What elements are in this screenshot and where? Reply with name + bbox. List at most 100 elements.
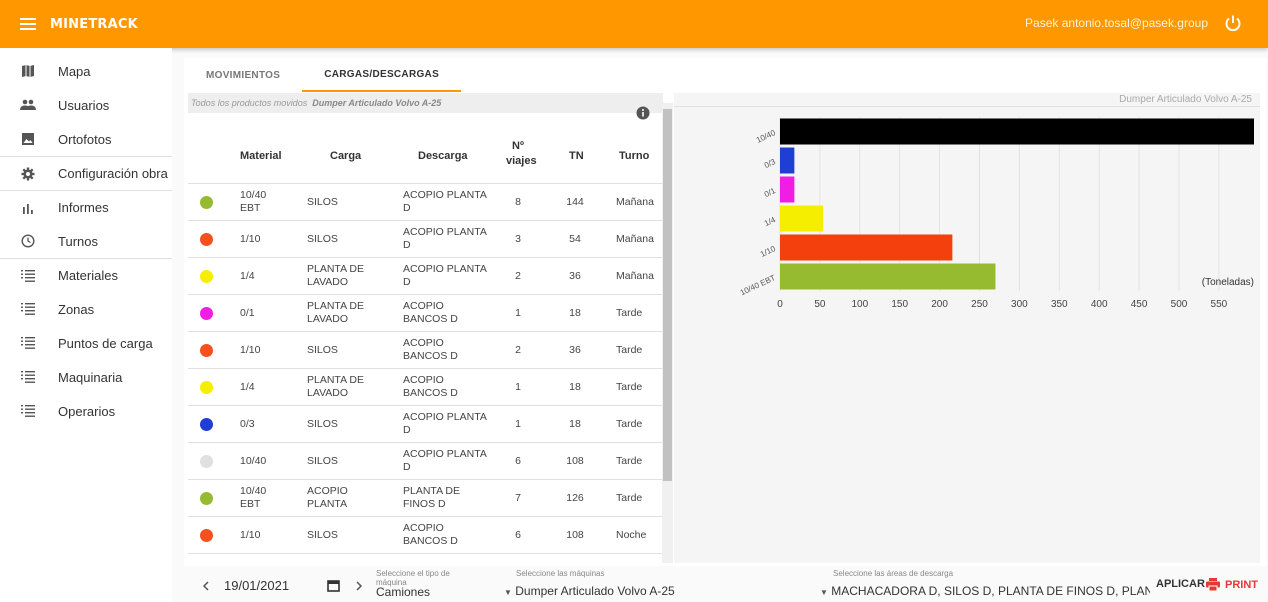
column-header-viajes: Nº viajes	[506, 140, 537, 167]
gear-icon	[18, 164, 38, 184]
cell-material: 1/10	[240, 233, 261, 245]
table-row[interactable]: 1/10 SILOS ACOPIO BANCOS D 6 108 Noche	[188, 516, 663, 553]
cell-carga: SILOS	[307, 455, 338, 467]
x-tick-label: 350	[1051, 299, 1068, 310]
chevron-left-icon[interactable]	[202, 581, 210, 591]
apply-button[interactable]: APLICAR	[1156, 578, 1205, 590]
cell-turno: Tarde	[616, 307, 643, 319]
table-row[interactable]: 0/3 SILOS ACOPIO PLANTA D 1 18 Tarde	[188, 405, 663, 442]
chart-panel: Dumper Articulado Volvo A-25 0 50 100 150 20…	[674, 93, 1260, 563]
sidebar-item-label: Configuración obra	[58, 166, 168, 181]
x-tick-label: 150	[891, 299, 908, 310]
x-tick-label: 450	[1131, 299, 1148, 310]
bar	[780, 263, 996, 290]
material-color-dot	[200, 233, 213, 246]
sidebar-item-materiales[interactable]: Materiales	[0, 258, 172, 292]
table-row[interactable]: 0/1 PLANTA DE LAVADO ACOPIO BANCOS D 1 18 Tar…	[188, 294, 663, 331]
cell-descarga: ACOPIO PLANTA D	[403, 263, 487, 288]
cell-descarga: ACOPIO PLANTA D	[403, 226, 487, 251]
cell-viajes: 1	[515, 307, 521, 319]
dropdown-arrow-icon: ▼	[504, 588, 512, 597]
sidebar-item-label: Turnos	[58, 233, 98, 249]
calendar-icon[interactable]	[327, 579, 340, 592]
sidebar-item-maquinaria[interactable]: Maquinaria	[0, 360, 172, 394]
sidebar-item-ortofotos[interactable]: Ortofotos	[0, 122, 172, 156]
sidebar: Mapa Usuarios Ortofotos Configuración ob…	[0, 48, 172, 602]
map-icon	[18, 61, 38, 81]
info-icon[interactable]	[636, 106, 650, 120]
cell-tn: 36	[569, 270, 581, 282]
bar	[780, 205, 824, 232]
cell-carga: SILOS	[307, 529, 338, 541]
x-axis-unit-label: (Toneladas)	[1202, 277, 1254, 288]
bar	[780, 118, 1254, 145]
top-app-bar: MINETRACK Pasek antonio.tosal@pasek.grou…	[0, 0, 1268, 48]
areas-label: Seleccione las áreas de descarga	[833, 569, 954, 578]
material-color-dot	[200, 529, 213, 542]
y-category-label: 10/40	[755, 128, 777, 145]
cell-descarga: ACOPIO PLANTA D	[403, 189, 487, 214]
sidebar-item-mapa[interactable]: Mapa	[0, 54, 172, 88]
table-row[interactable]: ACOPIO	[188, 553, 663, 563]
cell-viajes: 2	[515, 270, 521, 282]
tab-movimientos[interactable]: MOVIMIENTOS	[184, 58, 302, 92]
sidebar-item-operarios[interactable]: Operarios	[0, 394, 172, 428]
material-color-dot	[200, 381, 213, 394]
printer-icon	[1206, 578, 1220, 591]
tonnage-bar-chart: 0 50 100 150 200 250 300 350 400 450 500 550 10/40 0/…	[739, 117, 1254, 310]
menu-button[interactable]	[6, 0, 50, 48]
chevron-right-icon[interactable]	[355, 581, 363, 591]
cell-carga: PLANTA DE LAVADO	[307, 374, 364, 399]
cell-material: 1/10	[240, 529, 261, 541]
cell-carga: SILOS	[307, 233, 338, 245]
cell-viajes: 1	[515, 418, 521, 430]
cell-tn: 18	[569, 381, 581, 393]
material-color-dot	[200, 196, 213, 209]
tab-cargas-descargas[interactable]: CARGAS/DESCARGAS	[302, 58, 462, 92]
table-row[interactable]: 1/4 PLANTA DE LAVADO ACOPIO BANCOS D 1 18 Tar…	[188, 368, 663, 405]
sidebar-item-label: Usuarios	[58, 97, 110, 113]
areas-select[interactable]: ▼ MACHACADORA D, SILOS D, PLANTA DE FINO…	[820, 584, 1150, 598]
table-row[interactable]: 1/10 SILOS ACOPIO BANCOS D 2 36 Tarde	[188, 331, 663, 368]
table-scrollbar[interactable]	[662, 103, 673, 563]
y-category-label: 1/10	[759, 244, 777, 259]
table-scrollbar-thumb[interactable]	[663, 109, 672, 481]
sidebar-item-puntos-de-carga[interactable]: Puntos de carga	[0, 326, 172, 360]
cell-descarga: ACOPIO BANCOS D	[403, 337, 458, 362]
table-caption: Todos los productos movidos Dumper Artic…	[188, 93, 663, 113]
logout-button[interactable]	[1224, 14, 1244, 34]
column-header-turno: Turno	[619, 150, 650, 162]
material-color-dot	[200, 270, 213, 283]
table-row[interactable]: 10/40 SILOS ACOPIO PLANTA D 6 108 Tarde	[188, 442, 663, 479]
machines-label: Seleccione las máquinas	[516, 569, 605, 578]
date-field[interactable]: 19/01/2021	[224, 578, 289, 593]
machine-type-select[interactable]: Camiones	[376, 585, 430, 599]
cell-tn: 126	[566, 492, 584, 504]
cell-carga: SILOS	[307, 196, 338, 208]
table-row[interactable]: 10/40 EBT SILOS ACOPIO PLANTA D 8 144 Mañana	[188, 183, 663, 220]
table-row[interactable]: 10/40 EBT ACOPIO PLANTA PLANTA DE FINOS D 7…	[188, 479, 663, 516]
cell-viajes: 2	[515, 344, 521, 356]
cell-material: 0/3	[240, 418, 255, 430]
sidebar-item-turnos[interactable]: Turnos	[0, 224, 172, 258]
bar	[780, 234, 953, 261]
table-row[interactable]: 1/10 SILOS ACOPIO PLANTA D 3 54 Mañana	[188, 220, 663, 257]
sidebar-item-label: Puntos de carga	[58, 335, 153, 351]
cell-turno: Tarde	[616, 455, 643, 467]
sidebar-item-usuarios[interactable]: Usuarios	[0, 88, 172, 122]
table-row[interactable]: 1/4 PLANTA DE LAVADO ACOPIO PLANTA D 2 36 Mañ…	[188, 257, 663, 294]
machines-select[interactable]: ▼ Dumper Articulado Volvo A-25	[504, 584, 675, 598]
sidebar-item-configuracion-obra[interactable]: Configuración obra	[0, 156, 172, 190]
material-color-dot	[200, 492, 213, 505]
column-header-tn: TN	[569, 150, 584, 162]
cell-material: 1/4	[240, 381, 255, 393]
loads-table-panel: Todos los productos movidos Dumper Artic…	[188, 93, 673, 563]
y-category-label: 1/4	[763, 215, 777, 228]
cell-carga: SILOS	[307, 344, 338, 356]
cell-turno: Tarde	[616, 344, 643, 356]
print-button[interactable]: PRINT	[1206, 578, 1258, 591]
x-tick-label: 100	[851, 299, 868, 310]
sidebar-item-zonas[interactable]: Zonas	[0, 292, 172, 326]
cell-descarga: ACOPIO PLANTA D	[403, 411, 487, 436]
sidebar-item-informes[interactable]: Informes	[0, 190, 172, 224]
